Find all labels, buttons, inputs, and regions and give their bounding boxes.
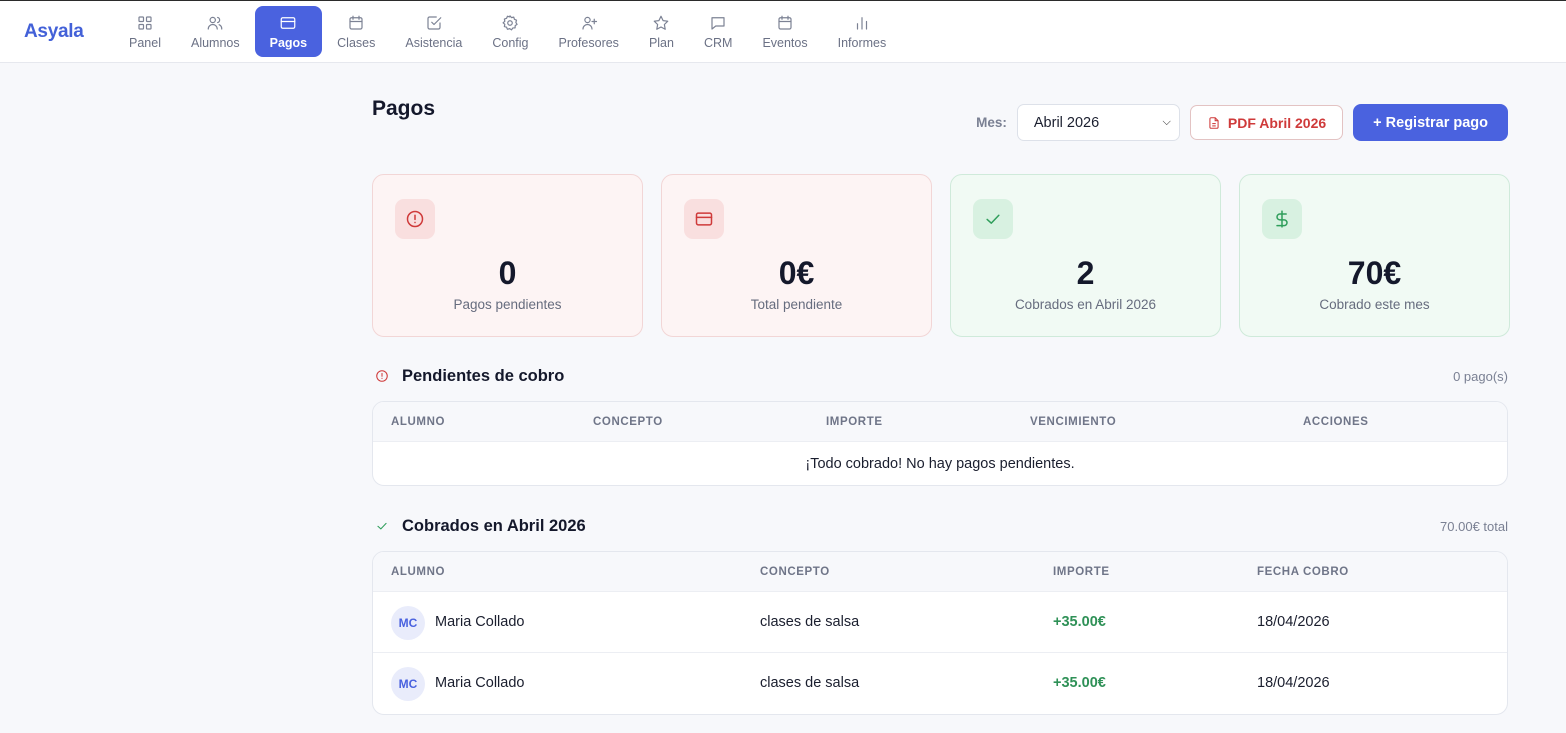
nav-label: Config [492,35,529,50]
check-icon [986,214,1000,224]
bar-chart-icon [856,16,868,30]
payment-amount: +35.00€ [1053,614,1106,630]
column-header: ACCIONES [1303,416,1369,428]
nav-item-eventos[interactable]: Eventos [747,6,822,57]
alert-circle-icon [376,370,388,382]
user-plus-icon [582,16,597,30]
stat-card-collected-count: 2 Cobrados en Abril 2026 [950,174,1221,337]
nav-label: Pagos [269,35,308,50]
month-select-value: Abril 2026 [1033,114,1100,131]
stat-card-pending-count: 0 Pagos pendientes [372,174,643,337]
stat-label: Pagos pendientes [453,297,562,312]
nav-item-plan[interactable]: Plan [634,6,689,57]
stat-card-pending-total: 0€ Total pendiente [661,174,932,337]
stat-label: Cobrado este mes [1319,297,1430,312]
dollar-icon [1276,210,1288,228]
stats-row: 0 Pagos pendientes 0€ Total pendiente 2 … [372,174,1510,337]
payment-date: 18/04/2026 [1257,675,1330,691]
column-header: FECHA COBRO [1257,566,1349,578]
nav-label: CRM [703,35,733,50]
column-header: IMPORTE [1053,566,1110,578]
month-label: Mes: [976,115,1007,130]
collected-section-header: Cobrados en Abril 2026 70.00€ total [372,514,1508,538]
table-header: ALUMNO CONCEPTO IMPORTE FECHA COBRO [373,552,1507,592]
pdf-export-button[interactable]: PDF Abril 2026 [1189,105,1344,140]
collected-table: ALUMNO CONCEPTO IMPORTE FECHA COBRO MC M… [372,551,1508,715]
nav-item-crm[interactable]: CRM [689,6,747,57]
payment-concept: clases de salsa [760,675,860,691]
nav-label: Asistencia [405,35,463,50]
nav-label: Informes [837,35,887,50]
table-row[interactable]: MC Maria Collado clases de salsa +35.00€… [373,653,1507,714]
message-icon [711,16,725,30]
section-title: Cobrados en Abril 2026 [402,516,586,535]
nav-item-clases[interactable]: Clases [322,6,390,57]
empty-state-message: ¡Todo cobrado! No hay pagos pendientes. [805,455,1075,472]
nav-item-panel[interactable]: Panel [114,6,176,57]
nav-label: Clases [337,35,376,50]
nav-item-informes[interactable]: Informes [823,6,902,57]
calendar-icon [778,15,792,30]
nav-item-profesores[interactable]: Profesores [543,6,633,57]
column-header: IMPORTE [826,416,883,428]
chevron-down-icon: ⌵ [1162,116,1171,128]
column-header: ALUMNO [391,416,446,428]
stat-value: 70€ [1347,255,1402,291]
nav-item-pagos[interactable]: Pagos [254,6,323,57]
users-icon [207,16,223,30]
nav-label: Profesores [558,35,619,50]
stat-label: Total pendiente [750,297,843,312]
column-header: CONCEPTO [760,566,830,578]
stat-label: Cobrados en Abril 2026 [1014,297,1157,312]
brand-logo[interactable]: Asyala [24,21,84,43]
table-header: ALUMNO CONCEPTO IMPORTE VENCIMIENTO ACCI… [373,402,1507,442]
nav-item-config[interactable]: Config [477,6,543,57]
register-payment-button[interactable]: + Registrar pago [1353,104,1508,141]
check-square-icon [427,15,442,30]
calendar-icon [349,15,363,30]
section-total: 70.00€ total [1440,518,1508,534]
check-icon [377,522,387,530]
student-name: Maria Collado [435,614,525,630]
payment-date: 18/04/2026 [1257,614,1330,630]
grid-icon [138,15,152,30]
column-header: VENCIMIENTO [1030,416,1117,428]
alert-circle-icon [406,210,424,228]
section-count: 0 pago(s) [1453,368,1508,384]
credit-card-icon [695,212,713,226]
column-header: CONCEPTO [593,416,663,428]
main-nav: Panel Alumnos Pagos Clases Asistencia Co… [114,6,901,58]
avatar: MC [391,667,425,701]
star-icon [654,15,669,30]
pending-section-header: Pendientes de cobro 0 pago(s) [372,364,1508,388]
month-select[interactable]: Abril 2026 ⌵ [1016,104,1180,141]
stat-value: 0 [498,255,517,291]
file-pdf-icon [1209,116,1219,129]
payment-concept: clases de salsa [760,614,860,630]
credit-card-icon [281,16,296,29]
column-header: ALUMNO [391,566,446,578]
stat-value: 2 [1076,255,1095,291]
nav-item-asistencia[interactable]: Asistencia [390,6,477,57]
nav-label: Plan [648,35,674,50]
section-title: Pendientes de cobro [402,366,565,385]
avatar: MC [391,606,425,640]
payment-amount: +35.00€ [1053,675,1106,691]
nav-label: Panel [129,35,161,50]
table-row[interactable]: MC Maria Collado clases de salsa +35.00€… [373,592,1507,653]
nav-label: Eventos [762,35,808,50]
top-navigation-bar: Asyala Panel Alumnos Pagos Clases Asiste… [0,0,1566,63]
pending-table: ALUMNO CONCEPTO IMPORTE VENCIMIENTO ACCI… [372,401,1508,486]
stat-card-collected-total: 70€ Cobrado este mes [1239,174,1510,337]
page-title: Pagos [372,97,436,120]
nav-item-alumnos[interactable]: Alumnos [176,6,255,57]
page-toolbar: Mes: Abril 2026 ⌵ PDF Abril 2026 + Regis… [976,104,1508,141]
pdf-button-label: PDF Abril 2026 [1227,114,1327,131]
stat-value: 0€ [778,255,815,291]
student-name: Maria Collado [435,675,525,691]
nav-label: Alumnos [190,35,240,50]
gear-icon [502,14,519,30]
